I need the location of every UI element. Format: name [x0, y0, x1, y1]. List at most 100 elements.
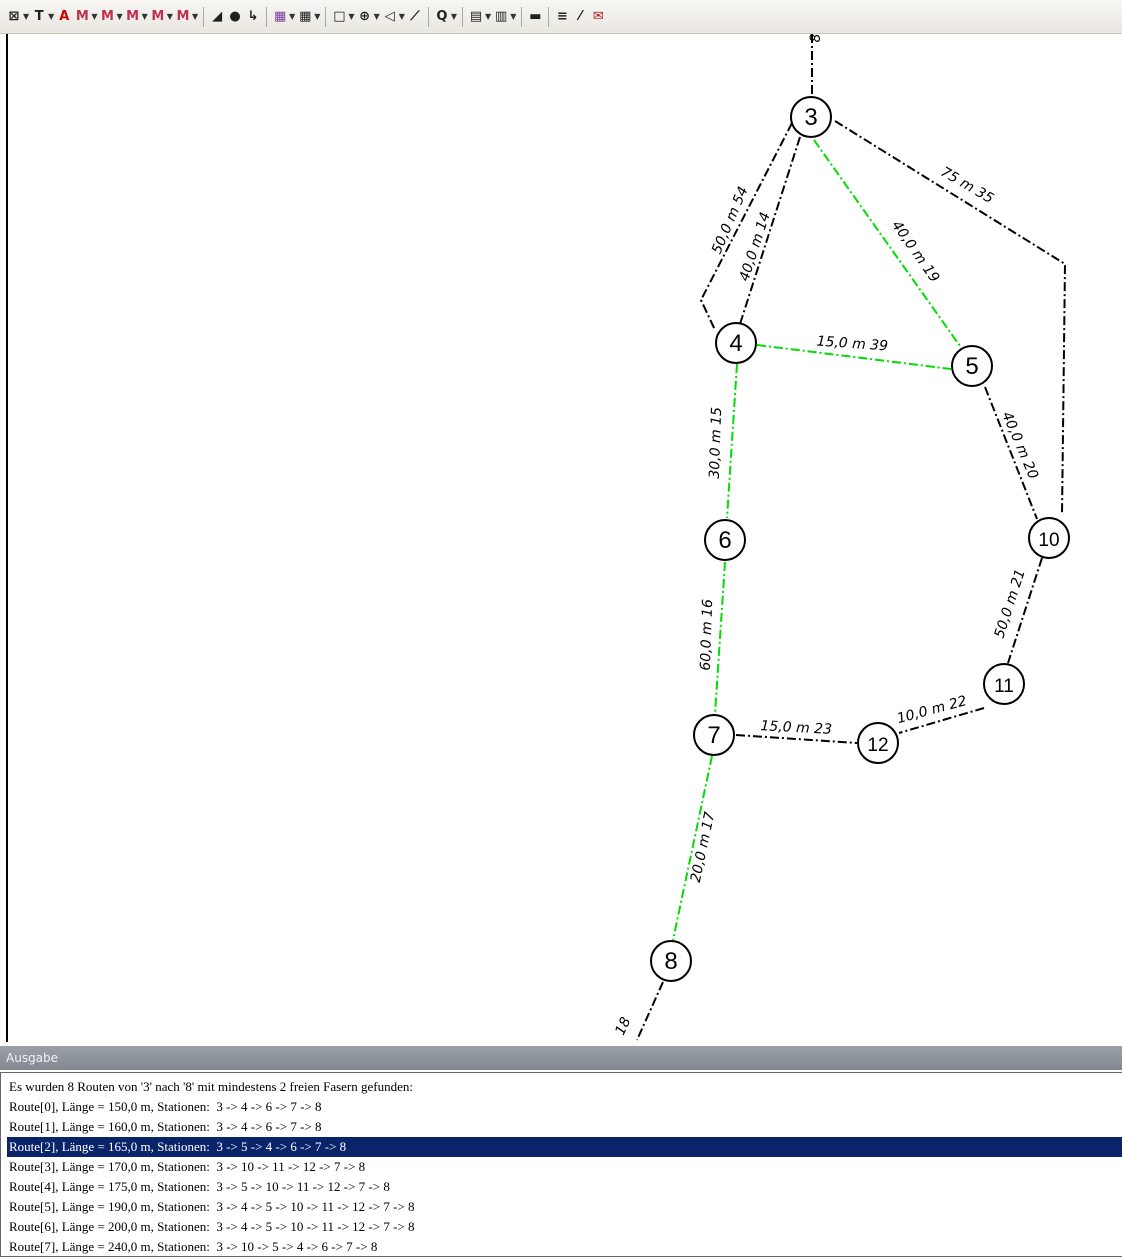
output-panel[interactable]: Es wurden 8 Routen von '3' nach '8' mit … [0, 1072, 1122, 1257]
cable-edge-e4_6[interactable] [726, 363, 738, 519]
layer-tool-button[interactable]: ▦ ▼ [272, 6, 295, 28]
dropdown-arrow-icon[interactable]: ▼ [314, 12, 320, 21]
cable-edge-e3_4a[interactable] [699, 122, 793, 331]
toolbar-separator [325, 6, 327, 27]
route-line[interactable]: Route[5], Länge = 190,0 m, Stationen: 3 … [7, 1197, 1122, 1217]
station-label: 6 [718, 527, 731, 554]
dropdown-arrow-icon[interactable]: ▼ [48, 12, 54, 21]
edge-label-e8_out: 18 [612, 1015, 634, 1038]
mail-tool-button[interactable]: ✉ [590, 6, 606, 28]
edge-label-e10_11: 50,0 m 21 [992, 567, 1029, 640]
toolbar-separator [548, 6, 550, 27]
dropdown-arrow-icon[interactable]: ▼ [289, 12, 295, 21]
route-line[interactable]: Route[6], Länge = 200,0 m, Stationen: 3 … [7, 1217, 1122, 1237]
edge-label-e3_top: 8 [808, 34, 824, 42]
route-line[interactable]: Route[1], Länge = 160,0 m, Stationen: 3 … [7, 1117, 1122, 1137]
dropdown-arrow-icon[interactable]: ▼ [116, 12, 122, 21]
dropdown-arrow-icon[interactable]: ▼ [374, 12, 380, 21]
dropdown-arrow-icon[interactable]: ▼ [142, 12, 148, 21]
station-node-10[interactable]: 10 [1028, 517, 1070, 559]
object-tool-icon: ● [229, 9, 241, 24]
marker-curve-tool-icon: M [126, 9, 140, 24]
station-node-7[interactable]: 7 [693, 714, 735, 756]
keyboard-tool-button[interactable]: ▬ [527, 6, 543, 28]
station-label: 7 [707, 722, 720, 749]
zoom-tool-button[interactable]: Q ▼ [434, 6, 457, 28]
main-toolbar: ⊠ ▼ T ▼ A M ▼ M ▼ M ▼ M ▼ M ▼ ◢ ● ↳ ▦ ▼ ▦ ▼ □ ▼ ⊕ ▼ ◁ ▼ ⟋ Q ▼ ▤ ▼ ▥ ▼ ▬ ≡ ⁄ ✉ [0, 0, 1122, 34]
station-label: 10 [1038, 530, 1059, 551]
measure-tool-button[interactable]: ◁ ▼ [382, 6, 405, 28]
keyboard-tool-icon: ▬ [529, 9, 542, 24]
station-label: 3 [804, 104, 817, 131]
output-summary-line: Es wurden 8 Routen von '3' nach '8' mit … [9, 1079, 413, 1094]
list-tool-button[interactable]: ▥ ▼ [493, 6, 516, 28]
route-line[interactable]: Route[7], Länge = 240,0 m, Stationen: 3 … [7, 1237, 1122, 1257]
output-panel-title: Ausgabe [0, 1046, 1122, 1070]
dropdown-arrow-icon[interactable]: ▼ [485, 12, 491, 21]
cable-edge-e6_7[interactable] [714, 561, 726, 715]
marker-arc-tool-icon: M [151, 9, 165, 24]
page-tool-button[interactable]: □ ▼ [331, 6, 354, 28]
page-tool-icon: □ [333, 9, 346, 24]
crosshair-tool-button[interactable]: ⊕ ▼ [357, 6, 380, 28]
report-tool-icon: ▤ [469, 9, 483, 24]
mail-tool-icon: ✉ [592, 9, 604, 24]
dropdown-arrow-icon[interactable]: ▼ [348, 12, 354, 21]
marker-line-tool-button[interactable]: M ▼ [99, 6, 123, 28]
table-tool-button[interactable]: ▦ ▼ [297, 6, 320, 28]
station-label: 11 [994, 676, 1014, 697]
station-node-8[interactable]: 8 [650, 940, 692, 982]
edge-label-e3_4a: 50,0 m 54 [709, 184, 752, 256]
cable-edge-e7_12[interactable] [735, 734, 858, 744]
station-label: 12 [867, 735, 888, 756]
dropdown-arrow-icon[interactable]: ▼ [399, 12, 405, 21]
dropdown-arrow-icon[interactable]: ▼ [91, 12, 97, 21]
dropdown-arrow-icon[interactable]: ▼ [167, 12, 173, 21]
layer-tool-icon: ▦ [273, 9, 287, 24]
station-node-12[interactable]: 12 [857, 722, 899, 764]
route-line[interactable]: Route[2], Länge = 165,0 m, Stationen: 3 … [7, 1137, 1122, 1157]
text-tool-button[interactable]: T ▼ [31, 6, 55, 28]
cable-tool-button[interactable]: ◢ [209, 6, 225, 28]
station-node-6[interactable]: 6 [704, 519, 746, 561]
cable-edge-e8_out[interactable] [636, 981, 664, 1041]
connect-tool-button[interactable]: ↳ [245, 6, 261, 28]
marker-curve-tool-button[interactable]: M ▼ [125, 6, 148, 28]
edge-label-e11_12: 10,0 m 22 [895, 693, 968, 727]
marker-circle-tool-button[interactable]: M ▼ [175, 6, 198, 28]
toolbar-separator [521, 6, 523, 27]
fill-tool-button[interactable]: A [56, 6, 72, 28]
route-line[interactable]: Route[0], Länge = 150,0 m, Stationen: 3 … [7, 1097, 1122, 1117]
select-tool-button[interactable]: ⊠ ▼ [6, 6, 30, 28]
scale-tool-icon: ⟋ [410, 9, 420, 24]
line-tool-button[interactable]: ⁄ [572, 6, 588, 28]
output-lines: Es wurden 8 Routen von '3' nach '8' mit … [1, 1073, 1122, 1257]
route-line[interactable]: Route[3], Länge = 170,0 m, Stationen: 3 … [7, 1157, 1122, 1177]
marker-arc-tool-button[interactable]: M ▼ [150, 6, 173, 28]
station-node-11[interactable]: 11 [983, 663, 1025, 705]
network-graph[interactable]: 50,0 m 5440,0 m 14 40,0 m 1975 m 3515,0 m… [8, 34, 1122, 1042]
drawing-canvas[interactable]: 50,0 m 54 40,0 m 14 40,0 m 19 75 m 35 15,0 m… [6, 34, 1122, 1042]
cable-edge-e3_5[interactable] [813, 139, 961, 347]
dropdown-arrow-icon[interactable]: ▼ [192, 12, 198, 21]
scale-tool-button[interactable]: ⟋ [407, 6, 423, 28]
station-node-3[interactable]: 3 [790, 96, 832, 138]
station-node-4[interactable]: 4 [715, 322, 757, 364]
station-label: 8 [664, 948, 677, 975]
line-tool-icon: ⁄ [579, 9, 582, 24]
dropdown-arrow-icon[interactable]: ▼ [510, 12, 516, 21]
lines-tool-button[interactable]: ≡ [554, 6, 570, 28]
fill-tool-icon: A [59, 9, 70, 24]
report-tool-button[interactable]: ▤ ▼ [468, 6, 491, 28]
route-line[interactable]: Route[4], Länge = 175,0 m, Stationen: 3 … [7, 1177, 1122, 1197]
toolbar-separator [266, 6, 268, 27]
marker-tool-button[interactable]: M ▼ [74, 6, 98, 28]
connect-tool-icon: ↳ [247, 9, 259, 24]
dropdown-arrow-icon[interactable]: ▼ [23, 12, 29, 21]
edge-label-e6_7: 60,0 m 16 [698, 599, 716, 671]
cable-tool-icon: ◢ [212, 9, 223, 24]
object-tool-button[interactable]: ● [227, 6, 243, 28]
table-tool-icon: ▦ [299, 9, 312, 24]
station-node-5[interactable]: 5 [951, 345, 993, 387]
dropdown-arrow-icon[interactable]: ▼ [451, 12, 457, 21]
